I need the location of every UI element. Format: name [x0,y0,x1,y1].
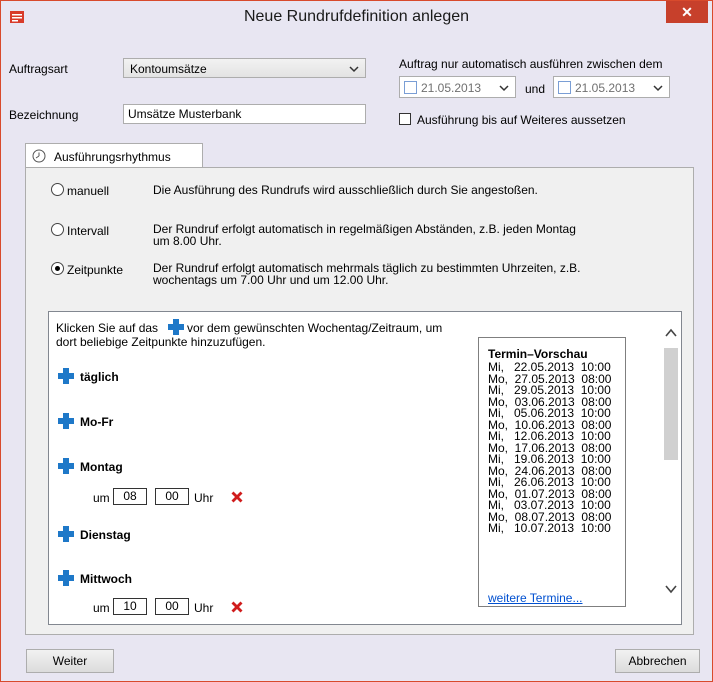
add-time-taeglich-icon[interactable] [58,368,74,384]
day-dienstag: Dienstag [80,528,131,542]
suspend-checkbox[interactable] [399,113,411,125]
uhr-label: Uhr [194,491,214,505]
date-to-picker[interactable]: 21.05.2013 [553,76,670,98]
chevron-down-icon [653,85,663,92]
day-montag: Montag [80,460,123,474]
auftragsart-value: Kontoumsätze [130,62,207,76]
date-to-value: 21.05.2013 [575,81,636,95]
plus-icon [168,319,184,335]
chevron-down-icon [349,66,359,73]
delete-time-icon[interactable] [231,601,243,613]
hint-text-part1: Klicken Sie auf das [56,321,159,335]
dialog-window: Neue Rundrufdefinition anlegen ✕ Auftrag… [0,0,713,682]
manuell-description: Die Ausführung des Rundrufs wird ausschl… [153,183,538,197]
auftragsart-label: Auftragsart [9,62,68,76]
um-label: um [93,601,110,615]
termin-vorschau-box: Termin–Vorschau Mi, 22.05.2013 10:00 Mo,… [478,337,626,607]
hint-text-part2: vor dem gewünschten Wochentag/Zeitraum, … [187,321,443,335]
radio-manuell[interactable] [51,183,64,196]
chevron-down-icon [499,85,509,92]
auftragsart-select[interactable]: Kontoumsätze [123,58,366,78]
tab-label: Ausführungsrhythmus [54,150,171,164]
radio-zeitpunkte[interactable] [51,262,64,275]
radio-zeitpunkte-label: Zeitpunkte [67,263,124,277]
scroll-down-icon[interactable] [665,584,677,594]
und-label: und [525,82,546,96]
preview-entry: Mi, 10.07.2013 10:00 [488,521,611,535]
hint-text-line2: dort beliebige Zeitpunkte hinzuzufügen. [56,335,266,349]
radio-intervall-label: Intervall [67,224,110,238]
day-mittwoch: Mittwoch [80,572,132,586]
date-from-picker[interactable]: 21.05.2013 [399,76,516,98]
close-button[interactable]: ✕ [666,1,708,23]
add-time-dienstag-icon[interactable] [58,526,74,542]
add-time-mofr-icon[interactable] [58,413,74,429]
tab-ausfuehrungsrhythmus[interactable]: Ausführungsrhythmus [25,143,203,168]
preview-entries: Mi, 22.05.2013 10:00 Mo, 27.05.2013 08:0… [488,361,611,535]
bezeichnung-input[interactable] [128,107,357,121]
scrollbar[interactable] [661,312,681,624]
clock-icon [32,149,46,163]
add-time-mittwoch-icon[interactable] [58,570,74,586]
auto-execution-label: Auftrag nur automatisch ausführen zwisch… [399,57,663,71]
radio-manuell-label: manuell [67,184,110,198]
mittwoch-minute-input[interactable]: 00 [155,598,189,615]
window-title: Neue Rundrufdefinition anlegen [243,8,470,25]
um-label: um [93,491,110,505]
montag-hour-input[interactable]: 08 [113,488,147,505]
delete-time-icon[interactable] [231,491,243,503]
radio-intervall[interactable] [51,223,64,236]
title-bar[interactable]: Neue Rundrufdefinition anlegen ✕ [1,1,712,35]
add-time-montag-icon[interactable] [58,458,74,474]
bezeichnung-label: Bezeichnung [9,108,79,122]
mittwoch-hour-input[interactable]: 10 [113,598,147,615]
bezeichnung-field[interactable] [123,104,366,124]
day-taeglich: täglich [80,370,119,384]
scroll-up-icon[interactable] [665,328,677,338]
uhr-label: Uhr [194,601,214,615]
intervall-description-line2: um 8.00 Uhr. [153,234,222,248]
more-dates-link[interactable]: weitere Termine... [488,591,582,605]
suspend-label: Ausführung bis auf Weiteres aussetzen [417,113,626,127]
montag-minute-input[interactable]: 00 [155,488,189,505]
preview-title: Termin–Vorschau [488,347,588,361]
day-mofr: Mo-Fr [80,415,114,429]
scroll-thumb[interactable] [664,348,678,460]
zeitpunkte-description-line2: wochentags um 7.00 Uhr und um 12.00 Uhr. [153,273,389,287]
abbrechen-button[interactable]: Abbrechen [615,649,700,673]
date-from-value: 21.05.2013 [421,81,482,95]
date-from-checkbox[interactable] [404,81,417,94]
date-to-checkbox[interactable] [558,81,571,94]
weiter-button[interactable]: Weiter [26,649,114,673]
